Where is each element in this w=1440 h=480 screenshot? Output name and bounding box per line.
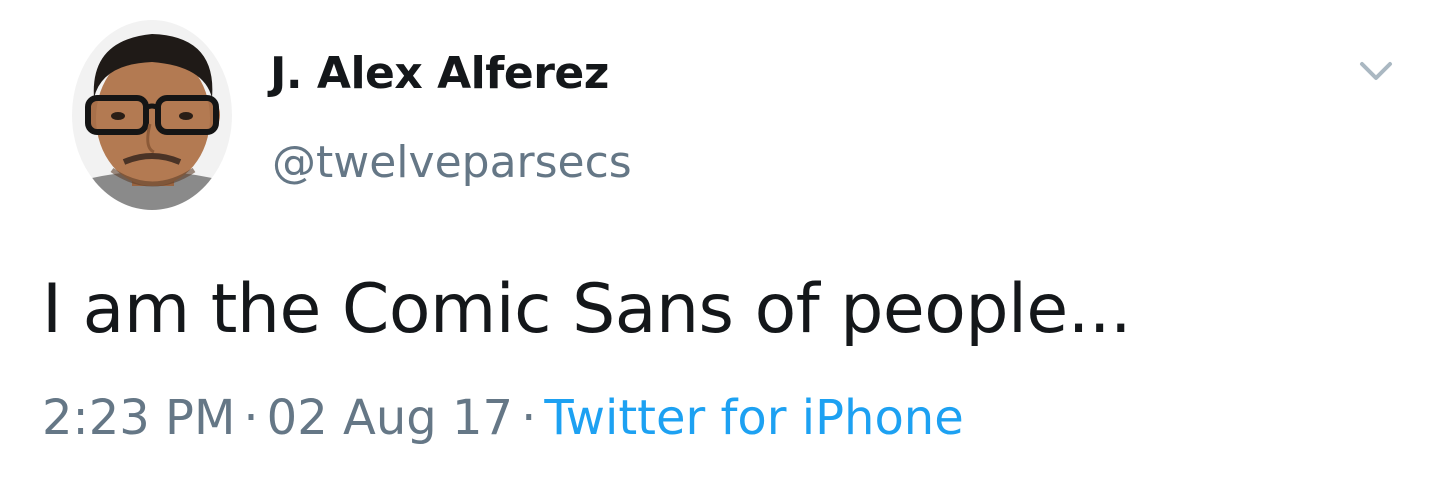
tweet-source-link[interactable]: Twitter for iPhone [544, 390, 963, 446]
tweet-time[interactable]: 2:23 PM [42, 390, 235, 446]
tweet-date[interactable]: 02 Aug 17 [267, 390, 513, 446]
meta-separator: · [521, 390, 537, 446]
author-handle[interactable]: @twelveparsecs [272, 137, 632, 188]
tweet-card: J. Alex Alferez @twelveparsecs I am the … [0, 0, 1440, 480]
tweet-meta: 2:23 PM · 02 Aug 17 · Twitter for iPhone [42, 390, 964, 446]
author-display-name[interactable]: J. Alex Alferez [270, 48, 609, 99]
chevron-down-icon[interactable] [1356, 56, 1396, 86]
avatar-image [72, 20, 232, 210]
meta-separator: · [243, 390, 259, 446]
avatar[interactable] [72, 20, 232, 210]
tweet-text: I am the Comic Sans of people... [42, 270, 1132, 349]
